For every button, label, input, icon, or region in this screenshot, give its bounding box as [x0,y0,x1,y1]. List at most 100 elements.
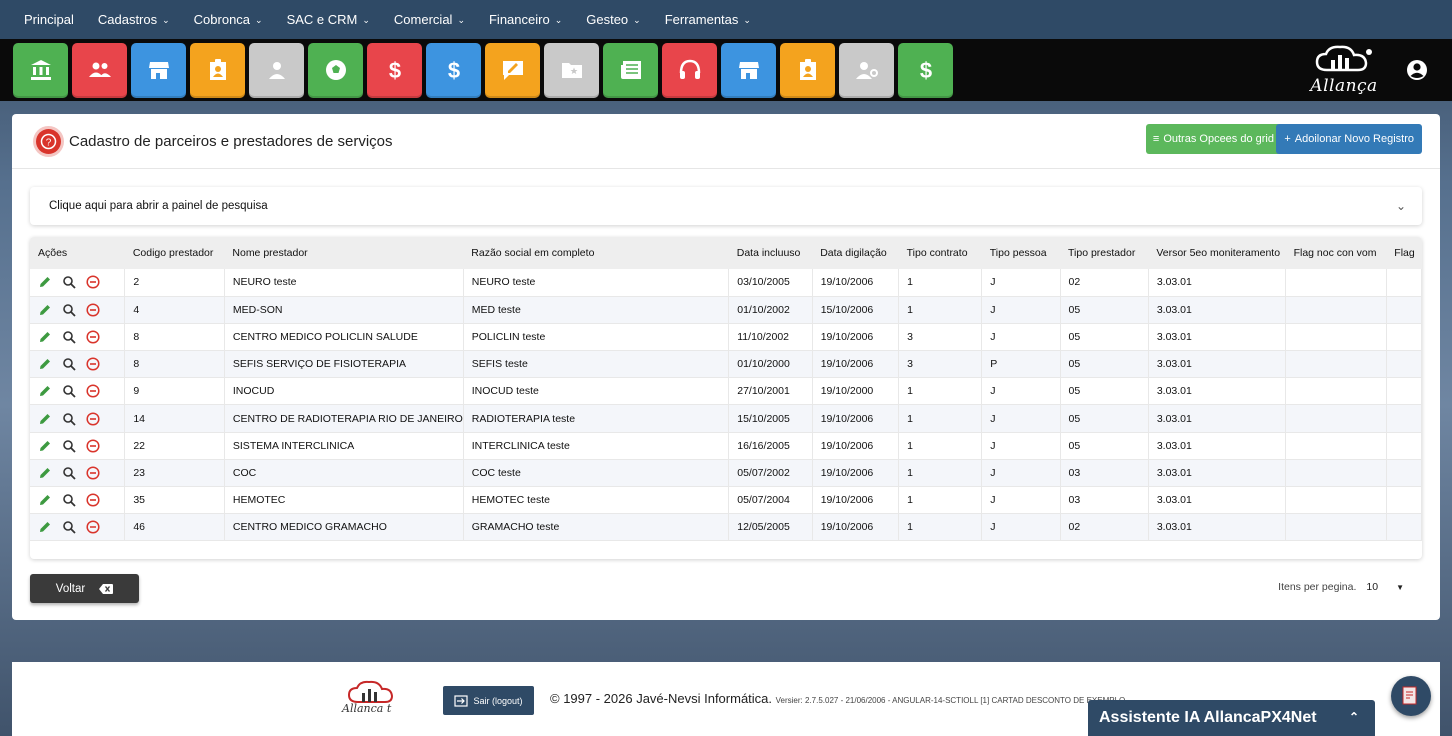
quick-tile-dollar[interactable]: $ [367,42,422,98]
grid-table: Ações Codigo prestador Nome prestador Razão… [30,237,1422,542]
ai-assistant-bar[interactable]: Assistente IA AllancaPX4Net ⌃ [1088,700,1375,736]
search-panel-toggle[interactable]: Clique aqui para abrir a painel de pesqu… [30,187,1422,225]
column-header[interactable]: Versor 5eo moniteramento [1148,237,1286,269]
items-per-page-select[interactable]: 10 ▼ [1366,581,1404,593]
table-cell: HEMOTEC teste [463,486,730,515]
magnifier-icon[interactable] [62,275,76,289]
dollar-icon: $ [388,58,400,83]
column-header[interactable]: Data digilação [812,237,899,269]
logout-button[interactable]: Sair (logout) [443,686,534,715]
remove-icon[interactable] [86,520,100,534]
help-icon[interactable]: ? [36,128,61,154]
column-header[interactable]: Tipo prestador [1060,237,1149,269]
footer-logo: Allanca t [342,678,406,718]
nav-item-cadastros[interactable]: Cadastros ⌄ [86,12,182,27]
table-row[interactable]: 22 SISTEMA INTERCLINICA INTERCLINICA teste… [30,432,1422,460]
table-cell: CENTRO DE RADIOTERAPIA RIO DE JANEIRO [224,404,464,433]
back-button[interactable]: Voltar [30,574,139,603]
chat-widget-button[interactable] [1391,676,1431,716]
user-account-icon[interactable] [1406,59,1428,81]
quick-tile-users[interactable] [72,42,127,98]
remove-icon[interactable] [86,275,100,289]
table-row[interactable]: 4 MED-SON MED teste 01/10/2002 15/10/2006 1 J 0… [30,296,1422,324]
remove-icon[interactable] [86,303,100,317]
pencil-icon[interactable] [38,493,52,507]
table-cell: 05 [1060,377,1149,406]
add-record-button[interactable]: + Adoilonar Novo Registro [1276,124,1422,154]
table-row[interactable]: 2 NEURO teste NEURO teste 03/10/2005 19/10/2… [30,269,1422,297]
row-actions [30,459,126,488]
table-cell: P [981,350,1061,379]
column-header[interactable]: Ações [30,237,125,269]
pencil-icon[interactable] [38,520,52,534]
nav-item-financeiro[interactable]: Financeiro ⌄ [477,12,574,27]
pencil-icon[interactable] [38,275,52,289]
quick-tile-soccer-ball[interactable] [308,42,363,98]
table-row[interactable]: 9 INOCUD INOCUD teste 27/10/2001 19/10/2000 1… [30,377,1422,406]
pencil-icon[interactable] [38,466,52,480]
nav-item-label: Cobronca [193,12,251,27]
table-row[interactable]: 8 CENTRO MEDICO POLICLIN SALUDE POLICLIN t… [30,323,1422,352]
magnifier-icon[interactable] [62,303,76,317]
quick-tile-id-badge[interactable] [190,42,245,98]
column-header[interactable]: Tipo contrato [898,237,982,269]
nav-item-principal[interactable]: Principal [12,12,86,27]
table-row[interactable]: 35 HEMOTEC HEMOTEC teste 05/07/2004 19/10/20… [30,486,1422,515]
magnifier-icon[interactable] [62,330,76,344]
quick-tile-chat-edit[interactable] [485,42,540,98]
column-header[interactable]: Flag [1386,237,1422,269]
remove-icon[interactable] [86,439,100,453]
table-row[interactable]: 23 COC COC teste 05/07/2002 19/10/2006 1 J 03 3.… [30,459,1422,488]
nav-item-ferramentas[interactable]: Ferramentas ⌄ [653,12,763,27]
column-header[interactable]: Nome prestador [224,237,464,269]
column-header[interactable]: Razão social em completo [463,237,729,269]
nav-item-gesteo[interactable]: Gesteo ⌄ [574,12,652,27]
remove-icon[interactable] [86,411,100,426]
remove-icon[interactable] [86,493,100,507]
magnifier-icon[interactable] [62,439,76,453]
pencil-icon[interactable] [38,412,52,426]
remove-icon[interactable] [86,466,100,480]
pencil-icon[interactable] [38,303,52,317]
pencil-icon[interactable] [38,330,52,344]
remove-icon[interactable] [86,330,100,344]
magnifier-icon[interactable] [62,384,76,398]
quick-tile-dollar[interactable]: $ [898,42,953,98]
table-cell [1285,404,1387,433]
quick-tile-newspaper[interactable] [603,42,658,98]
quick-tile-bank[interactable] [13,42,68,98]
pencil-icon[interactable] [38,439,52,453]
magnifier-icon[interactable] [62,466,76,480]
column-header[interactable]: Codigo prestador [124,237,225,269]
nav-item-sac-e-crm[interactable]: SAC e CRM ⌄ [275,12,382,27]
quick-tile-headset[interactable] [662,42,717,98]
column-header[interactable]: Tipo pessoa [981,237,1061,269]
magnifier-icon[interactable] [62,520,76,534]
quick-access-bar: $ $ $ [0,39,1452,101]
pencil-icon[interactable] [38,357,52,371]
table-row[interactable]: 8 SEFIS SERVIÇO DE FISIOTERAPIA SEFIS test… [30,350,1422,379]
magnifier-icon[interactable] [62,357,76,371]
pencil-icon[interactable] [38,384,52,398]
remove-icon[interactable] [86,357,100,371]
quick-tile-user-settings[interactable] [839,42,894,98]
quick-tile-person[interactable] [249,42,304,98]
quick-tile-folder-star[interactable] [544,42,599,98]
remove-icon[interactable] [86,384,100,398]
grid-options-button[interactable]: ≡ Outras Opcees do grid [1145,124,1281,154]
magnifier-icon[interactable] [62,412,76,426]
nav-item-comercial[interactable]: Comercial ⌄ [382,12,477,27]
column-header[interactable]: Data incluuso [728,237,813,269]
table-cell: 03 [1060,459,1149,488]
quick-tile-dollar[interactable]: $ [426,42,481,98]
table-row[interactable]: 14 CENTRO DE RADIOTERAPIA RIO DE JANEIRO R… [30,404,1422,433]
magnifier-icon[interactable] [62,493,76,507]
quick-tile-store[interactable] [131,42,186,98]
nav-item-cobronca[interactable]: Cobronca ⌄ [182,12,275,27]
quick-tile-id-badge[interactable] [780,42,835,98]
quick-tile-store[interactable] [721,42,776,98]
table-cell: CENTRO MEDICO GRAMACHO [224,513,464,542]
table-cell: SEFIS teste [463,350,730,379]
table-row[interactable]: 46 CENTRO MEDICO GRAMACHO GRAMACHO teste 12… [30,513,1422,542]
column-header[interactable]: Flag noc con vom [1285,237,1387,269]
